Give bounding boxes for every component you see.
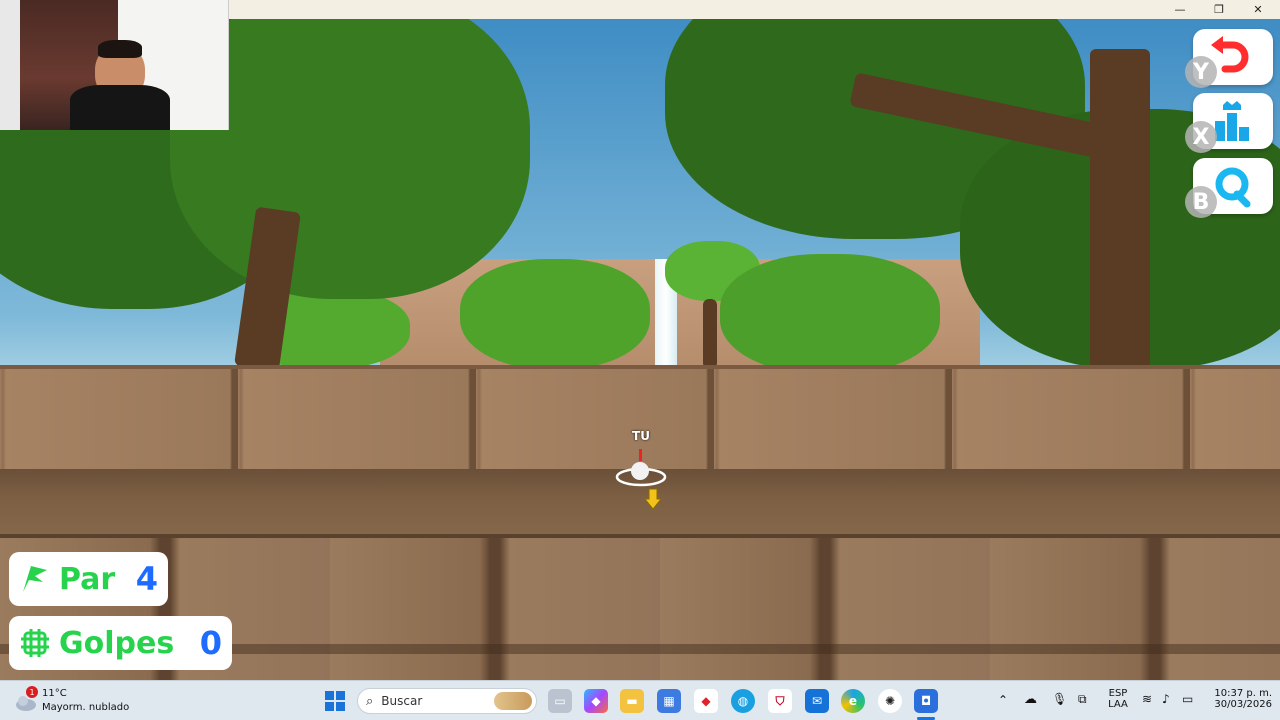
- tree-trunk: [703, 299, 717, 369]
- search-icon: ⌕: [366, 693, 374, 709]
- search-input[interactable]: ⌕ Buscar: [357, 688, 537, 714]
- strokes-value: 0: [199, 624, 222, 662]
- task-view-icon: ▭: [554, 694, 566, 708]
- task-view-button[interactable]: ▭: [548, 689, 572, 713]
- clock-date: 30/03/2026: [1214, 699, 1272, 710]
- weather-widget[interactable]: 1 11°C Mayorm. nublado: [14, 686, 154, 716]
- store-icon: ▦: [663, 694, 675, 708]
- player-ball: TU: [613, 429, 669, 519]
- streamer-shirt: [70, 85, 170, 130]
- wall: [0, 0, 20, 130]
- start-button[interactable]: [323, 689, 347, 713]
- onedrive-icon[interactable]: ☁: [1024, 692, 1037, 707]
- search-placeholder: Buscar: [381, 694, 423, 708]
- shield-icon: ⛉: [775, 693, 785, 708]
- webcam-overlay: [0, 0, 229, 130]
- globe-icon: ◍: [737, 694, 749, 708]
- strokes-panel: Golpes 0: [9, 616, 232, 670]
- maximize-button[interactable]: ❐: [1199, 0, 1239, 19]
- copilot-icon: ◆: [591, 694, 601, 708]
- golf-ball-icon: [615, 449, 667, 510]
- red-diamond-icon: ◆: [701, 694, 711, 708]
- clock-time: 10:37 p. m.: [1214, 688, 1272, 699]
- windows-icon: [325, 691, 345, 711]
- battery-icon[interactable]: ▭: [1182, 692, 1193, 706]
- language-indicator[interactable]: ESP LAA: [1104, 688, 1132, 710]
- store-button[interactable]: ▦: [657, 689, 681, 713]
- mail-icon: ✉: [811, 694, 823, 708]
- strokes-label: Golpes: [59, 625, 175, 661]
- edge-button[interactable]: e: [841, 689, 865, 713]
- outlook-button[interactable]: ✉: [805, 689, 829, 713]
- microphone-icon[interactable]: 🎙: [1052, 692, 1067, 706]
- bush: [460, 259, 650, 369]
- folder-icon: ▬: [626, 694, 638, 708]
- antivirus-button[interactable]: ⛉: [768, 689, 792, 713]
- weather-alert-badge: 1: [26, 686, 38, 698]
- roblox-icon: ◘: [920, 694, 932, 708]
- roblox-button[interactable]: ◘: [914, 689, 938, 713]
- minimize-button[interactable]: —: [1160, 0, 1200, 19]
- gamepad-y-icon: Y: [1185, 56, 1217, 88]
- edge-icon: e: [848, 694, 858, 708]
- screen-capture-icon[interactable]: ⧉: [1078, 692, 1087, 707]
- tray-overflow-icon[interactable]: ⌃: [998, 693, 1008, 707]
- language-code: ESP: [1108, 688, 1128, 699]
- app-red-diamond-button[interactable]: ◆: [694, 689, 718, 713]
- streamer-hair: [98, 40, 142, 58]
- volume-icon[interactable]: ♪: [1162, 692, 1170, 706]
- par-panel: Par 4: [9, 552, 168, 606]
- wifi-icon[interactable]: ≋: [1142, 692, 1152, 706]
- chatgpt-icon: ✺: [884, 694, 896, 708]
- bush: [720, 254, 940, 374]
- weather-desc: Mayorm. nublado: [42, 702, 130, 713]
- flag-icon: [23, 566, 47, 592]
- copilot-button[interactable]: ◆: [584, 689, 608, 713]
- gamepad-x-icon: X: [1185, 121, 1217, 153]
- file-explorer-button[interactable]: ▬: [620, 689, 644, 713]
- close-button[interactable]: ✕: [1238, 0, 1278, 19]
- keyboard-layout: LAA: [1108, 699, 1128, 710]
- gamepad-b-icon: B: [1185, 186, 1217, 218]
- browser-button[interactable]: ◍: [731, 689, 755, 713]
- tree-trunk: [1090, 49, 1150, 369]
- chatgpt-button[interactable]: ✺: [878, 689, 902, 713]
- stroke-counter-icon: [21, 629, 49, 657]
- search-highlight-icon: [494, 692, 532, 710]
- clock[interactable]: 10:37 p. m. 30/03/2026: [1206, 688, 1272, 710]
- par-value: 4: [135, 560, 158, 598]
- taskbar: 1 11°C Mayorm. nublado ⌕ Buscar ▭ ◆ ▬ ▦ …: [0, 680, 1280, 720]
- weather-temp: 11°C: [42, 688, 67, 699]
- par-label: Par: [59, 561, 116, 597]
